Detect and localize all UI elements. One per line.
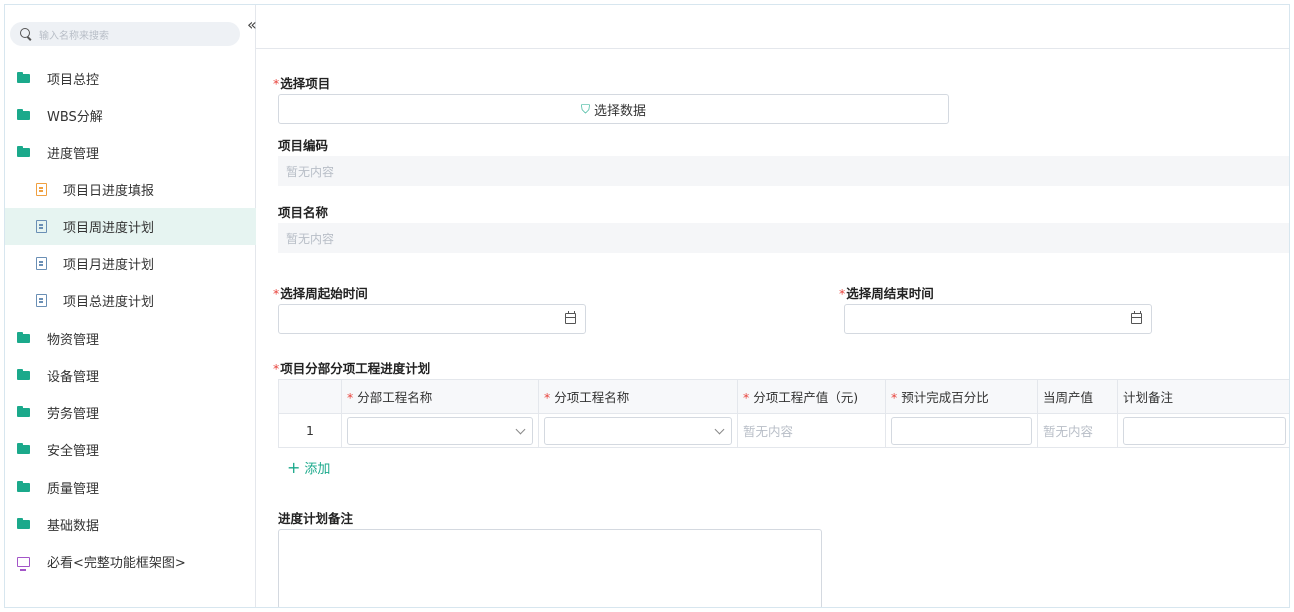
tag-icon: ⛉: [580, 101, 590, 116]
main-content: *选择项目 ⛉ 选择数据 项目编码 暂无内容 项目名称 暂无内容 *选择周起始时…: [256, 5, 1289, 607]
sidebar-item-label: 项目周进度计划: [63, 221, 155, 236]
sidebar-item-label: 进度管理: [47, 147, 100, 162]
subitem-select[interactable]: [544, 416, 732, 445]
search-icon: [19, 27, 33, 41]
table-header-row: * 分部工程名称 * 分项工程名称 * 分项工程产值（元) * 预计完成百分比 当周产值…: [278, 379, 1289, 414]
table-header: * 预计完成百分比: [885, 379, 1038, 414]
table-row: 1 暂无内容 暂无内容: [278, 413, 1289, 448]
sidebar-item-label: 劳务管理: [47, 407, 100, 422]
table-cell: [538, 413, 738, 448]
table-cell: [1117, 413, 1289, 448]
week-end-label: *选择周结束时间: [839, 286, 934, 301]
table-header: * 分部工程名称: [341, 379, 539, 414]
week-start-date-picker[interactable]: [278, 304, 586, 334]
project-code-label: 项目编码: [278, 138, 329, 153]
search-input[interactable]: 输入名称来搜索: [10, 22, 240, 46]
plan-remark-input[interactable]: [1123, 416, 1286, 445]
table-header: * 分项工程名称: [538, 379, 738, 414]
folder-icon: [17, 518, 30, 529]
plus-icon: +: [287, 458, 301, 477]
select-data-label: 选择数据: [594, 103, 647, 119]
calendar-icon: [1131, 311, 1142, 324]
sidebar-item-label: 项目日进度填报: [63, 184, 155, 199]
sidebar-item-wbs[interactable]: WBS分解: [5, 97, 256, 134]
division-select[interactable]: [347, 416, 533, 445]
plan-table-label: *项目分部分项工程进度计划: [273, 361, 431, 376]
sidebar-item-framework-diagram[interactable]: 必看<完整功能框架图>: [5, 543, 256, 580]
remarks-label: 进度计划备注: [278, 511, 354, 526]
sidebar-item-master-plan[interactable]: 项目总进度计划: [5, 282, 256, 319]
sidebar-item-label: 必看<完整功能框架图>: [47, 556, 186, 571]
table-header: * 分项工程产值（元): [737, 379, 886, 414]
sidebar-item-weekly-plan[interactable]: 项目周进度计划: [5, 208, 256, 245]
sidebar-item-label: 项目总控: [47, 73, 100, 88]
sidebar-item-safety[interactable]: 安全管理: [5, 431, 256, 468]
sidebar-item-label: 基础数据: [47, 519, 100, 534]
sidebar-item-label: 安全管理: [47, 444, 100, 459]
project-name-label: 项目名称: [278, 205, 329, 220]
sidebar-item-label: WBS分解: [47, 110, 103, 125]
sidebar-item-equipment[interactable]: 设备管理: [5, 357, 256, 394]
plan-table: * 分部工程名称 * 分项工程名称 * 分项工程产值（元) * 预计完成百分比 当周产值…: [278, 379, 1289, 448]
add-row-button[interactable]: + 添加: [287, 458, 330, 477]
top-bar: [256, 5, 1289, 49]
folder-icon: [17, 481, 30, 492]
chevron-down-icon: [714, 424, 725, 434]
document-icon: [36, 257, 47, 270]
sidebar-item-label: 项目总进度计划: [63, 295, 155, 310]
row-index: 1: [278, 413, 342, 448]
document-icon: [36, 220, 47, 233]
sidebar-item-project-control[interactable]: 项目总控: [5, 60, 256, 97]
sidebar-item-label: 设备管理: [47, 370, 100, 385]
output-value-cell: 暂无内容: [737, 413, 886, 448]
sidebar-item-schedule[interactable]: 进度管理: [5, 134, 256, 171]
search-placeholder: 输入名称来搜索: [39, 30, 109, 42]
document-icon: [36, 183, 47, 196]
sidebar: 输入名称来搜索 « 项目总控 WBS分解 进度管理 项目日进度填报 项目周进度计…: [5, 5, 257, 607]
folder-icon: [17, 109, 30, 120]
table-header: 当周产值: [1037, 379, 1118, 414]
sidebar-item-materials[interactable]: 物资管理: [5, 320, 256, 357]
sidebar-item-monthly-plan[interactable]: 项目月进度计划: [5, 245, 256, 282]
folder-icon: [17, 406, 30, 417]
folder-icon: [17, 443, 30, 454]
sidebar-item-labor[interactable]: 劳务管理: [5, 394, 256, 431]
app-frame: 输入名称来搜索 « 项目总控 WBS分解 进度管理 项目日进度填报 项目周进度计…: [4, 4, 1290, 608]
week-start-label: *选择周起始时间: [273, 286, 368, 301]
project-name-field: 暂无内容: [278, 223, 1289, 253]
sidebar-item-label: 项目月进度计划: [63, 258, 155, 273]
select-project-label: *选择项目: [273, 76, 331, 91]
project-code-field: 暂无内容: [278, 156, 1289, 186]
sidebar-item-label: 质量管理: [47, 482, 100, 497]
calendar-icon: [565, 311, 576, 324]
table-cell: [885, 413, 1038, 448]
folder-icon: [17, 369, 30, 380]
folder-icon: [17, 332, 30, 343]
table-cell: [341, 413, 539, 448]
monitor-icon: [17, 556, 30, 571]
remarks-textarea[interactable]: [278, 529, 822, 607]
sidebar-item-base-data[interactable]: 基础数据: [5, 506, 256, 543]
document-icon: [36, 294, 47, 307]
sidebar-item-label: 物资管理: [47, 333, 100, 348]
table-header-index: [278, 379, 342, 414]
week-end-date-picker[interactable]: [844, 304, 1152, 334]
folder-open-icon: [17, 146, 30, 157]
table-header: 计划备注: [1117, 379, 1289, 414]
weekly-value-cell: 暂无内容: [1037, 413, 1118, 448]
chevron-down-icon: [515, 424, 526, 434]
sidebar-item-quality[interactable]: 质量管理: [5, 469, 256, 506]
select-data-button[interactable]: ⛉ 选择数据: [278, 94, 949, 124]
folder-icon: [17, 72, 30, 83]
sidebar-item-daily-report[interactable]: 项目日进度填报: [5, 171, 256, 208]
completion-percent-input[interactable]: [891, 416, 1032, 445]
